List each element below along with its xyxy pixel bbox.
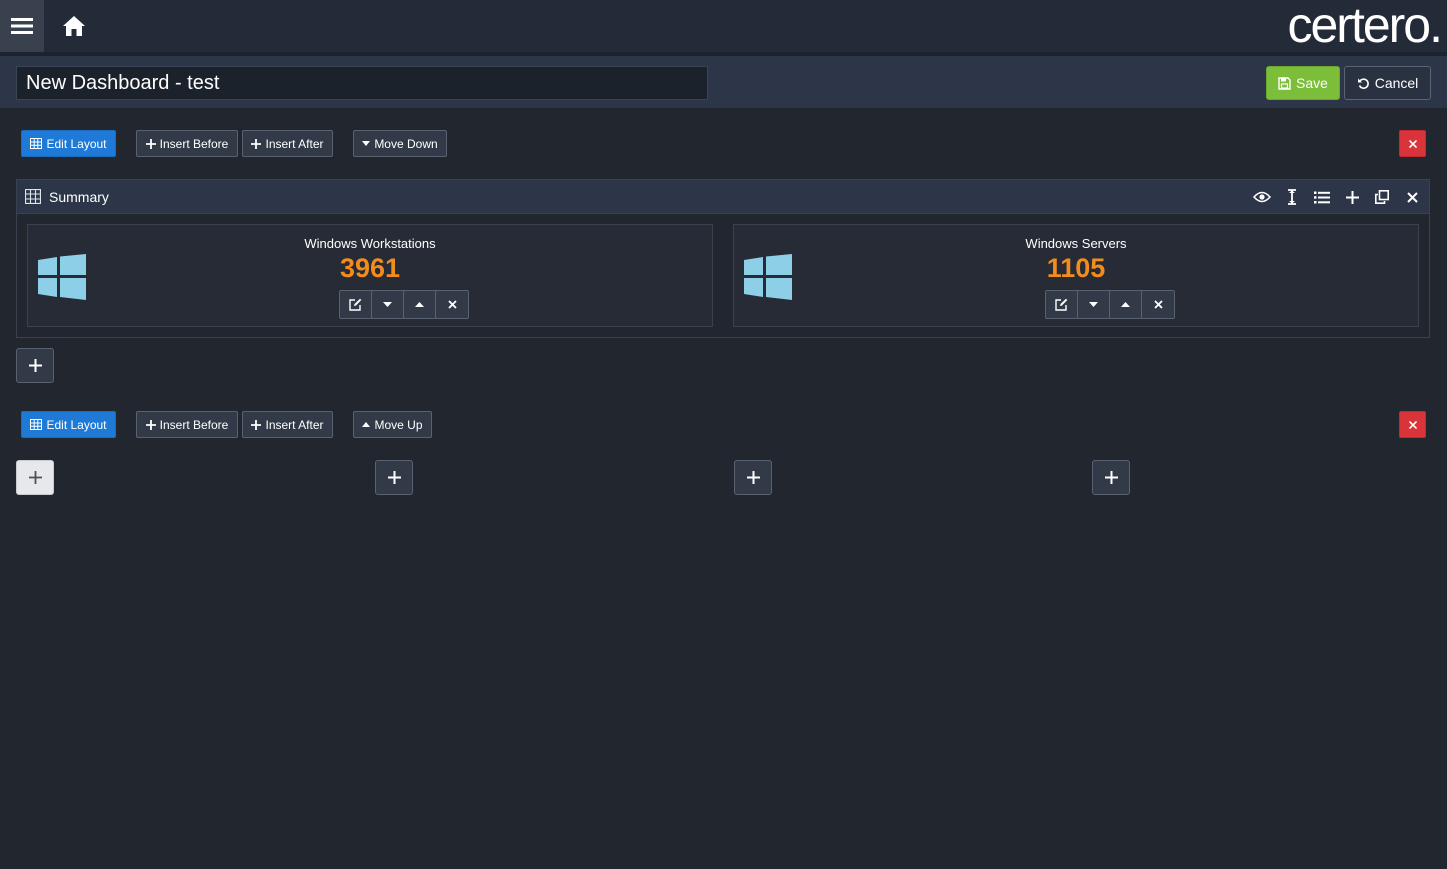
cancel-button[interactable]: Cancel [1344,66,1431,100]
save-button[interactable]: Save [1266,66,1340,100]
tile-value: 3961 [339,253,401,283]
table-icon [30,138,43,149]
certero-logo: certero. [1287,0,1443,53]
add-panel-column-3-button[interactable] [734,460,772,495]
undo-icon [1357,77,1369,89]
tile-value: 1105 [1046,253,1106,283]
move-down-label: Move Down [374,136,438,151]
resize-height-button[interactable] [1281,186,1303,208]
edit-layout-label: Edit Layout [46,136,107,151]
insert-before-button[interactable]: Insert Before [136,411,238,438]
add-panel-column-4-button[interactable] [1092,460,1130,495]
dashboard-title-bar: Save Cancel [0,52,1447,108]
edit-tile-button[interactable] [340,291,372,318]
move-tile-up-button[interactable] [404,291,436,318]
plus-icon [145,419,156,430]
plus-icon [145,138,156,149]
tile-title: Windows Workstations [304,236,436,251]
menu-button[interactable] [0,0,44,52]
caret-down-icon [1089,302,1098,307]
plus-icon [28,471,42,484]
insert-after-label: Insert After [265,417,324,432]
close-icon [1406,191,1418,203]
home-icon [63,16,85,36]
plus-icon [251,419,262,430]
caret-up-icon [362,422,371,427]
insert-before-label: Insert Before [159,136,229,151]
caret-up-icon [1121,302,1130,307]
move-up-button[interactable]: Move Up [353,411,432,438]
tile-actions [339,290,469,319]
move-tile-up-button[interactable] [1110,291,1142,318]
remove-tile-button[interactable] [436,291,468,318]
hamburger-icon [11,18,33,34]
plus-icon [28,359,42,372]
panel-title: Summary [49,189,109,205]
add-panel-column-2-button[interactable] [375,460,413,495]
add-panel-column-1-button[interactable] [16,460,54,495]
edit-icon [1055,298,1068,311]
caret-up-icon [415,302,424,307]
panel-tools [1251,186,1423,208]
list-view-button[interactable] [1311,186,1333,208]
close-panel-button[interactable] [1401,186,1423,208]
plus-icon [251,138,262,149]
dashboard-name-input[interactable] [16,66,708,100]
edit-tile-button[interactable] [1046,291,1078,318]
tile-windows-servers: Windows Servers 1105 [733,224,1419,327]
delete-row-button[interactable] [1399,130,1426,157]
plus-icon [1104,471,1118,484]
eye-icon [1253,191,1271,203]
summary-panel: Summary Windows Workstations 3961 Window… [16,179,1430,338]
plus-icon [387,471,401,484]
panel-header: Summary [17,180,1429,214]
tile-actions [1045,290,1175,319]
top-navigation-bar: certero. [0,0,1447,53]
caret-down-icon [362,141,371,146]
cancel-label: Cancel [1374,75,1419,91]
delete-row-button[interactable] [1399,411,1426,438]
caret-down-icon [383,302,392,307]
list-icon [1314,191,1330,203]
plus-icon [1345,190,1359,204]
close-icon [1408,139,1417,148]
toggle-visibility-button[interactable] [1251,186,1273,208]
floppy-disk-icon [1278,76,1291,90]
edit-layout-button[interactable]: Edit Layout [21,411,116,438]
tile-title: Windows Servers [1025,236,1127,251]
add-widget-button[interactable] [1341,186,1363,208]
edit-layout-label: Edit Layout [46,417,107,432]
move-tile-down-button[interactable] [372,291,404,318]
insert-after-button[interactable]: Insert After [242,411,333,438]
clone-icon [1375,190,1389,204]
insert-before-label: Insert Before [159,417,229,432]
add-panel-button[interactable] [16,348,54,383]
close-icon [1153,300,1163,309]
tile-windows-workstations: Windows Workstations 3961 [27,224,713,327]
row-2-toolbar: Edit Layout Insert Before Insert After M… [0,411,1447,439]
insert-after-label: Insert After [265,136,324,151]
close-icon [1408,420,1417,429]
clone-panel-button[interactable] [1371,186,1393,208]
home-button[interactable] [56,8,92,44]
plus-icon [746,471,760,484]
remove-tile-button[interactable] [1142,291,1174,318]
close-icon [447,300,457,309]
row-1-toolbar: Edit Layout Insert Before Insert After M… [0,130,1447,158]
table-icon [30,419,43,430]
edit-layout-button[interactable]: Edit Layout [21,130,116,157]
move-tile-down-button[interactable] [1078,291,1110,318]
save-label: Save [1296,75,1328,91]
move-down-button[interactable]: Move Down [353,130,447,157]
edit-icon [349,298,362,311]
table-icon [25,189,41,204]
insert-after-button[interactable]: Insert After [242,130,333,157]
move-up-label: Move Up [374,417,423,432]
insert-before-button[interactable]: Insert Before [136,130,238,157]
resize-vertical-icon [1288,189,1296,205]
